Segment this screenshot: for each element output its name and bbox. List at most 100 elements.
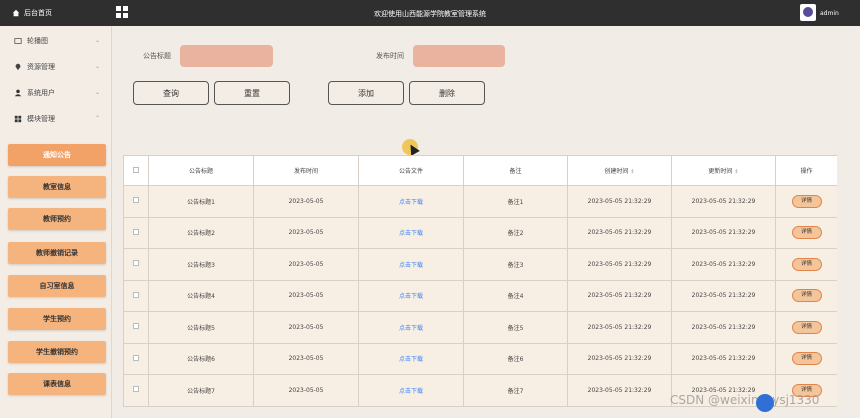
time-search-label: 发布时间 <box>376 52 404 60</box>
table-row: 公告标题1 2023-05-05 点击下载 备注1 2023-05-05 21:32:2… <box>123 185 837 218</box>
column-header-updated-label: 更新时间 <box>708 168 733 175</box>
time-search-input[interactable] <box>413 45 505 67</box>
table-row: 公告标题4 2023-05-05 点击下载 备注4 2023-05-05 21:32:2… <box>123 279 837 312</box>
table-row: 公告标题6 2023-05-05 点击下载 备注6 2023-05-05 21:32:2… <box>123 342 837 375</box>
title-search-input[interactable] <box>180 45 273 67</box>
column-header-note: 备注 <box>463 155 568 186</box>
notice-table: 公告标题 发布时间 公告文件 备注 创建时间 ⇕ 更新时间 ⇕ 操作 公告标题1 20… <box>123 155 837 407</box>
row-checkbox[interactable] <box>133 197 139 204</box>
row-select-cell[interactable] <box>123 216 149 249</box>
row-checkbox[interactable] <box>133 228 139 235</box>
cell-updated: 2023-05-05 21:32:29 <box>671 216 776 249</box>
cell-action: 详情 <box>775 279 837 312</box>
download-link[interactable]: 点击下载 <box>399 356 423 363</box>
add-button[interactable]: 添加 <box>328 81 404 105</box>
detail-button[interactable]: 详情 <box>791 257 822 271</box>
row-checkbox[interactable] <box>133 354 139 361</box>
row-checkbox[interactable] <box>133 260 139 267</box>
submenu-teacher-booking[interactable]: 教师预约 <box>8 208 106 230</box>
sidebar: 轮播图 ⌄ 资源管理 ⌄ 系统用户 ⌄ 模块管理 ⌃ 通知公告 教室信息 教师预… <box>0 26 112 418</box>
grid-icon <box>14 115 22 123</box>
cell-created: 2023-05-05 21:32:29 <box>567 216 672 249</box>
cell-pub-time: 2023-05-05 <box>253 342 359 375</box>
cell-title: 公告标题3 <box>148 248 254 281</box>
submenu-study-room[interactable]: 自习室信息 <box>8 275 106 297</box>
select-all-checkbox[interactable] <box>133 166 139 173</box>
sort-icon[interactable]: ⇕ <box>630 169 634 175</box>
row-checkbox[interactable] <box>133 323 139 330</box>
cell-created: 2023-05-05 21:32:29 <box>567 185 672 218</box>
cell-file-link: 点击下载 <box>358 279 464 312</box>
download-link[interactable]: 点击下载 <box>399 230 423 237</box>
cell-created: 2023-05-05 21:32:29 <box>567 279 672 312</box>
cell-file-link: 点击下载 <box>358 311 464 344</box>
cell-note: 备注1 <box>463 185 568 218</box>
cell-file-link: 点击下载 <box>358 248 464 281</box>
submenu-teacher-cancel[interactable]: 教师撤销记录 <box>8 242 106 264</box>
title-search-label: 公告标题 <box>143 52 171 60</box>
cell-created: 2023-05-05 21:32:29 <box>567 311 672 344</box>
row-select-cell[interactable] <box>123 248 149 281</box>
cell-note: 备注3 <box>463 248 568 281</box>
sort-icon[interactable]: ⇕ <box>734 169 738 175</box>
download-link[interactable]: 点击下载 <box>399 293 423 300</box>
location-icon <box>15 63 21 71</box>
cell-created: 2023-05-05 21:32:29 <box>567 248 672 281</box>
row-select-cell[interactable] <box>123 185 149 218</box>
cell-pub-time: 2023-05-05 <box>253 374 359 407</box>
column-header-created[interactable]: 创建时间 ⇕ <box>567 155 672 186</box>
download-link[interactable]: 点击下载 <box>399 325 423 332</box>
username[interactable]: admin <box>820 10 839 17</box>
row-select-cell[interactable] <box>123 311 149 344</box>
submenu-schedule[interactable]: 课表信息 <box>8 373 106 395</box>
download-link[interactable]: 点击下载 <box>399 388 423 395</box>
detail-button[interactable]: 详情 <box>791 226 822 240</box>
sidebar-item-modules[interactable]: 模块管理 ⌃ <box>0 106 112 132</box>
sidebar-item-users[interactable]: 系统用户 ⌄ <box>0 80 112 106</box>
download-link[interactable]: 点击下载 <box>399 262 423 269</box>
sidebar-item-carousel[interactable]: 轮播图 ⌄ <box>0 28 112 54</box>
top-bar: 后台首页 欢迎使用山西能源学院教室管理系统 admin <box>0 0 860 26</box>
cell-file-link: 点击下载 <box>358 216 464 249</box>
row-select-cell[interactable] <box>123 342 149 375</box>
submenu-student-cancel[interactable]: 学生撤销预约 <box>8 341 106 363</box>
submenu-student-booking[interactable]: 学生预约 <box>8 308 106 330</box>
row-checkbox[interactable] <box>133 386 139 393</box>
submenu-classroom[interactable]: 教室信息 <box>8 176 106 198</box>
cell-title: 公告标题7 <box>148 374 254 407</box>
cell-title: 公告标题4 <box>148 279 254 312</box>
row-checkbox[interactable] <box>133 291 139 298</box>
avatar[interactable] <box>800 4 816 21</box>
sidebar-item-label: 模块管理 <box>27 115 55 123</box>
chevron-down-icon: ⌄ <box>94 63 100 70</box>
cell-updated: 2023-05-05 21:32:29 <box>671 279 776 312</box>
delete-button[interactable]: 删除 <box>409 81 485 105</box>
cell-file-link: 点击下载 <box>358 374 464 407</box>
row-select-cell[interactable] <box>123 374 149 407</box>
submenu-notice[interactable]: 通知公告 <box>8 144 106 166</box>
detail-button[interactable]: 详情 <box>791 320 822 334</box>
cell-note: 备注5 <box>463 311 568 344</box>
cell-action: 详情 <box>775 342 837 375</box>
user-icon <box>14 89 22 97</box>
chat-bubble-icon[interactable] <box>756 394 774 412</box>
cell-note: 备注2 <box>463 216 568 249</box>
cell-file-link: 点击下载 <box>358 342 464 375</box>
detail-button[interactable]: 详情 <box>791 352 822 366</box>
table-row: 公告标题2 2023-05-05 点击下载 备注2 2023-05-05 21:32:2… <box>123 216 837 249</box>
row-select-cell[interactable] <box>123 279 149 312</box>
reset-button[interactable]: 重置 <box>214 81 290 105</box>
column-header-updated[interactable]: 更新时间 ⇕ <box>671 155 776 186</box>
select-all-cell[interactable] <box>123 155 149 186</box>
cell-note: 备注7 <box>463 374 568 407</box>
chevron-down-icon: ⌄ <box>94 89 100 96</box>
cell-pub-time: 2023-05-05 <box>253 216 359 249</box>
cell-title: 公告标题2 <box>148 216 254 249</box>
detail-button[interactable]: 详情 <box>791 289 822 303</box>
cell-action: 详情 <box>775 311 837 344</box>
sidebar-item-resources[interactable]: 资源管理 ⌄ <box>0 54 112 80</box>
query-button[interactable]: 查询 <box>133 81 209 105</box>
detail-button[interactable]: 详情 <box>791 194 822 208</box>
table-row: 公告标题3 2023-05-05 点击下载 备注3 2023-05-05 21:32:2… <box>123 248 837 281</box>
download-link[interactable]: 点击下载 <box>399 199 423 206</box>
